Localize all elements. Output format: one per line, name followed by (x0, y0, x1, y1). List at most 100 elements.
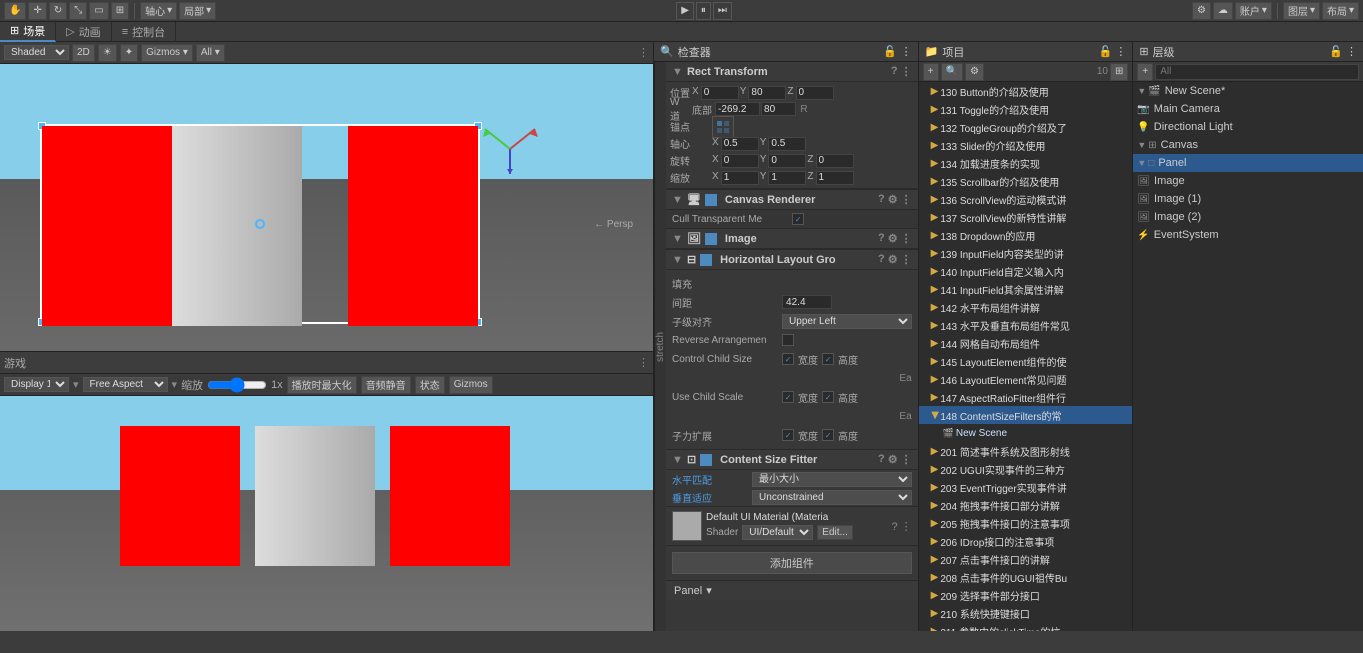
2d-button[interactable]: 2D (72, 44, 95, 62)
v-fit-select[interactable]: Unconstrained 最小大小 Preferred Size (752, 490, 912, 505)
list-item[interactable]: ▶ 135 Scrollbar的介绍及使用 (919, 172, 1133, 190)
stats-btn[interactable]: 状态 (415, 376, 445, 394)
control-height-cb[interactable] (822, 353, 834, 365)
scene-gizmos-button[interactable]: Gizmos ▾ (141, 44, 193, 62)
pos-x[interactable] (701, 86, 739, 100)
cull-checkbox[interactable] (792, 213, 804, 225)
layer-button[interactable]: 图层 ▾ (1283, 2, 1320, 20)
list-item[interactable]: ▶ 147 AspectRatioFitter组件行 (919, 388, 1133, 406)
csf-help[interactable]: ? (878, 453, 885, 466)
list-item[interactable]: 🎬 New Scene (919, 424, 1133, 442)
maximize-btn[interactable]: 播放时最大化 (287, 376, 357, 394)
list-item[interactable]: ▶ 130 Button的介绍及使用 (919, 82, 1133, 100)
hierarchy-item[interactable]: ▼ □ Panel (1133, 154, 1363, 172)
tab-scene[interactable]: ⊞ 场景 (0, 22, 56, 42)
proj-menu[interactable]: ⋮ (1115, 45, 1126, 58)
list-item[interactable]: ▶ 143 水平及垂直布局组件常见 (919, 316, 1133, 334)
hier-add-btn[interactable]: + (1137, 63, 1153, 81)
img-expand[interactable]: ▼ (672, 233, 683, 245)
inspector-lock[interactable]: 🔓 (883, 45, 897, 58)
list-item[interactable]: ▶ 144 网格自动布局组件 (919, 334, 1133, 352)
rect-menu[interactable]: ⋮ (901, 65, 912, 78)
account-button[interactable]: 账户 ▾ (1235, 2, 1272, 20)
scale-slider[interactable] (207, 379, 267, 391)
bottom-value[interactable] (761, 102, 796, 116)
h-fit-select[interactable]: 最小大小 Preferred Size Unconstrained (752, 472, 912, 487)
hlg-help[interactable]: ? (878, 253, 885, 266)
tool-transform[interactable]: ⊞ (111, 2, 129, 20)
list-item[interactable]: ▶ 211 参数中的clickTime的坑 (919, 622, 1133, 631)
hier-search[interactable] (1155, 64, 1359, 80)
scale-height-cb[interactable] (822, 391, 834, 403)
hierarchy-item[interactable]: 📷 Main Camera (1133, 100, 1363, 118)
inspector-menu[interactable]: ⋮ (901, 45, 912, 58)
list-item[interactable]: ▶ 146 LayoutElement常见问题 (919, 370, 1133, 388)
rot-z[interactable] (816, 154, 854, 168)
play-button[interactable]: ▶ (676, 2, 694, 20)
hlg-settings[interactable]: ⚙ (888, 253, 898, 266)
list-item[interactable]: ▶ 202 UGUI实现事件的三种方 (919, 460, 1133, 478)
tool-move[interactable]: ✛ (28, 2, 46, 20)
csf-menu[interactable]: ⋮ (901, 453, 912, 466)
spacing-value[interactable] (782, 295, 832, 309)
proj-lock[interactable]: 🔓 (1099, 45, 1113, 58)
pivot-button[interactable]: 轴心 ▾ (140, 2, 177, 20)
hierarchy-item[interactable]: 💡 Directional Light (1133, 118, 1363, 136)
lights-button[interactable]: ☀ (98, 44, 117, 62)
aspect-select[interactable]: Free Aspect (83, 377, 168, 392)
scale-x[interactable] (721, 171, 759, 185)
hlg-expand[interactable]: ▼ (672, 254, 683, 266)
list-item[interactable]: ▶ 133 Slider的介绍及使用 (919, 136, 1133, 154)
csf-settings[interactable]: ⚙ (888, 453, 898, 466)
hier-lock[interactable]: 🔓 (1329, 45, 1343, 58)
tool-scale[interactable]: ⤡ (69, 2, 87, 20)
list-item[interactable]: ▶ 145 LayoutElement组件的使 (919, 352, 1133, 370)
step-button[interactable]: ⏭ (713, 2, 732, 20)
fx-button[interactable]: ✦ (120, 44, 138, 62)
list-item[interactable]: ▶ 201 简述事件系统及图形射线 (919, 442, 1133, 460)
layout-button[interactable]: 布局 ▾ (1322, 2, 1359, 20)
hlg-checkbox[interactable] (700, 254, 712, 266)
collab-button[interactable]: ⚙ (1192, 2, 1211, 20)
rot-y[interactable] (768, 154, 806, 168)
list-item[interactable]: ▶ 134 加载进度条的实现 (919, 154, 1133, 172)
cr-settings[interactable]: ⚙ (888, 193, 898, 206)
pivot-x[interactable] (721, 137, 759, 151)
hierarchy-item[interactable]: 🖼 Image (1) (1133, 190, 1363, 208)
list-item[interactable]: ▶ 131 Toggle的介绍及使用 (919, 100, 1133, 118)
cr-menu[interactable]: ⋮ (901, 193, 912, 206)
proj-view-btn[interactable]: ⊞ (1110, 63, 1128, 81)
rect-help[interactable]: ? (891, 65, 898, 78)
list-item[interactable]: ▶ 210 系统快捷键接口 (919, 604, 1133, 622)
scale-width-cb[interactable] (782, 391, 794, 403)
expand-arrow[interactable]: ▼ (672, 66, 683, 78)
cr-help[interactable]: ? (878, 193, 885, 206)
tool-hand[interactable]: ✋ (4, 2, 26, 20)
w-value[interactable] (715, 102, 760, 116)
list-item[interactable]: ▶ 206 IDrop接口的注意事项 (919, 532, 1133, 550)
list-item[interactable]: ▶ 142 水平布局组件讲解 (919, 298, 1133, 316)
mat-menu[interactable]: ⋮ (901, 521, 912, 533)
scene-menu-dots[interactable]: ⋮ (638, 46, 649, 59)
list-item[interactable]: ▶ 141 InputField其余属性讲解 (919, 280, 1133, 298)
anchor-icon-btn[interactable] (712, 116, 734, 138)
list-item[interactable]: ▶ 209 选择事件部分接口 (919, 586, 1133, 604)
scene-all-button[interactable]: All ▾ (196, 44, 225, 62)
cloud-button[interactable]: ☁ (1213, 2, 1233, 20)
shaded-select[interactable]: Shaded (4, 45, 69, 60)
hierarchy-item[interactable]: ⚡ EventSystem (1133, 226, 1363, 244)
expand-width-cb[interactable] (782, 429, 794, 441)
game-menu-dots[interactable]: ⋮ (638, 356, 649, 369)
hierarchy-item[interactable]: ▼ 🎬 New Scene* (1133, 82, 1363, 100)
local-button[interactable]: 局部 ▾ (179, 2, 216, 20)
tool-rect[interactable]: ▭ (89, 2, 108, 20)
proj-add-btn[interactable]: + (923, 63, 939, 81)
img-settings[interactable]: ⚙ (888, 232, 898, 245)
pos-z[interactable] (796, 86, 834, 100)
list-item[interactable]: ▶ 139 InputField内容类型的讲 (919, 244, 1133, 262)
edit-shader-btn[interactable]: Edit... (817, 525, 853, 540)
img-checkbox[interactable] (705, 233, 717, 245)
cr-expand[interactable]: ▼ (672, 194, 683, 206)
hlg-menu[interactable]: ⋮ (901, 253, 912, 266)
expand-height-cb[interactable] (822, 429, 834, 441)
